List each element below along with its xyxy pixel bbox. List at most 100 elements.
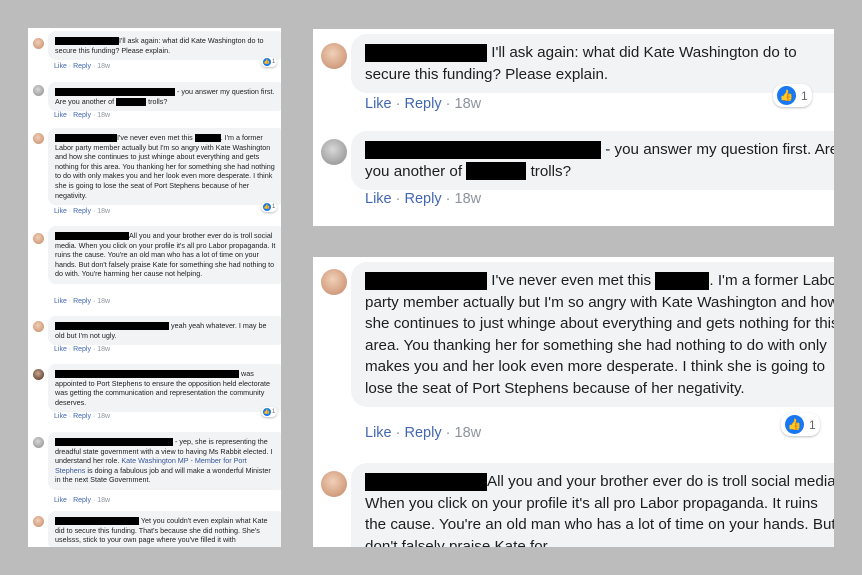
comment-actions: Like · Reply · 18w bbox=[365, 96, 482, 112]
like-link[interactable]: Like bbox=[365, 425, 392, 441]
thumbs-up-icon: 👍 bbox=[263, 58, 271, 66]
comment-bubble: I'll ask again: what did Kate Washington… bbox=[48, 31, 281, 61]
comment-bubble: I've never even met this . I'm a former … bbox=[48, 128, 281, 206]
comment: yeah yeah whatever. I may be old but I'm… bbox=[28, 314, 281, 358]
reaction-count[interactable]: 👍 1 bbox=[781, 413, 820, 436]
redacted-name bbox=[116, 97, 147, 106]
like-link[interactable]: Like bbox=[54, 112, 67, 119]
reply-link[interactable]: Reply bbox=[73, 413, 91, 420]
avatar[interactable] bbox=[321, 43, 347, 69]
reaction-count[interactable]: 👍 1 bbox=[773, 84, 812, 107]
comment-bubble: - yep, she is representing the dreadful … bbox=[48, 432, 281, 490]
redacted-name bbox=[55, 232, 129, 241]
comment: - you answer my question first. Are you … bbox=[28, 80, 281, 124]
redacted-name bbox=[55, 322, 169, 331]
redacted-name bbox=[55, 134, 117, 143]
comment-age[interactable]: 18w bbox=[97, 346, 110, 353]
avatar[interactable] bbox=[33, 85, 44, 96]
redacted-name bbox=[55, 517, 139, 526]
avatar[interactable] bbox=[321, 139, 347, 165]
comment-actions: Like · Reply · 18w bbox=[54, 63, 111, 70]
comment: All you and your brother ever do is trol… bbox=[28, 224, 281, 312]
avatar[interactable] bbox=[33, 321, 44, 332]
comment-age[interactable]: 18w bbox=[455, 425, 482, 441]
comment-age[interactable]: 18w bbox=[455, 191, 482, 207]
comment-age[interactable]: 18w bbox=[97, 497, 110, 504]
comment-actions: Like · Reply · 18w bbox=[365, 425, 482, 441]
thumbs-up-icon: 👍 bbox=[263, 408, 271, 416]
avatar[interactable] bbox=[321, 471, 347, 497]
avatar[interactable] bbox=[321, 269, 347, 295]
redacted-name bbox=[466, 162, 527, 181]
avatar[interactable] bbox=[33, 516, 44, 527]
comment-actions: Like · Reply · 18w bbox=[54, 497, 111, 504]
comment-bubble: I've never even met this . I'm a former … bbox=[351, 262, 834, 407]
like-link[interactable]: Like bbox=[365, 96, 392, 112]
reply-link[interactable]: Reply bbox=[73, 208, 91, 215]
reply-link[interactable]: Reply bbox=[73, 63, 91, 70]
thumbs-up-icon: 👍 bbox=[777, 86, 796, 105]
avatar[interactable] bbox=[33, 133, 44, 144]
comment-age[interactable]: 18w bbox=[97, 63, 110, 70]
reply-link[interactable]: Reply bbox=[73, 112, 91, 119]
reply-link[interactable]: Reply bbox=[405, 96, 442, 112]
like-link[interactable]: Like bbox=[54, 413, 67, 420]
comment: - you answer my question first. Are you … bbox=[313, 129, 834, 224]
thumbs-up-icon: 👍 bbox=[785, 415, 804, 434]
comment-actions: Like · Reply · 18w bbox=[365, 191, 482, 207]
comment-bubble: All you and your brother ever do is trol… bbox=[351, 463, 834, 547]
reply-link[interactable]: Reply bbox=[405, 191, 442, 207]
like-link[interactable]: Like bbox=[54, 63, 67, 70]
comment: - yep, she is representing the dreadful … bbox=[28, 430, 281, 508]
comment-actions: Like · Reply · 18w bbox=[54, 413, 111, 420]
comment: I'll ask again: what did Kate Washington… bbox=[313, 29, 834, 121]
comment-bubble: - you answer my question first. Are you … bbox=[48, 82, 281, 112]
like-link[interactable]: Like bbox=[365, 191, 392, 207]
comment-bubble: yeah yeah whatever. I may be old but I'm… bbox=[48, 316, 281, 346]
reply-link[interactable]: Reply bbox=[73, 346, 91, 353]
redacted-name bbox=[194, 134, 221, 143]
comment: All you and your brother ever do is trol… bbox=[313, 461, 834, 547]
comment-age[interactable]: 18w bbox=[455, 96, 482, 112]
reaction-count[interactable]: 👍 1 bbox=[261, 202, 278, 212]
redacted-name bbox=[365, 472, 487, 491]
comment-actions: Like · Reply · 18w bbox=[54, 208, 111, 215]
reaction-count[interactable]: 👍 1 bbox=[261, 407, 278, 417]
comment-age[interactable]: 18w bbox=[97, 208, 110, 215]
reply-link[interactable]: Reply bbox=[73, 298, 91, 305]
comment-bubble: - you answer my question first. Are you … bbox=[351, 131, 834, 190]
comment-bubble: was appointed to Port Stephens to ensure… bbox=[48, 364, 281, 413]
comment-bubble: Yet you couldn't even explain what Kate … bbox=[48, 511, 281, 547]
reaction-count[interactable]: 👍 1 bbox=[261, 57, 278, 67]
redacted-name bbox=[55, 88, 175, 97]
comment-actions: Like · Reply · 18w bbox=[54, 112, 111, 119]
comment-actions: Like · Reply · 18w bbox=[54, 298, 111, 305]
redacted-name bbox=[365, 43, 487, 62]
redacted-name bbox=[55, 370, 239, 379]
comment-bubble: I'll ask again: what did Kate Washington… bbox=[351, 34, 834, 93]
comment-age[interactable]: 18w bbox=[97, 413, 110, 420]
like-link[interactable]: Like bbox=[54, 208, 67, 215]
avatar[interactable] bbox=[33, 369, 44, 380]
avatar[interactable] bbox=[33, 233, 44, 244]
avatar[interactable] bbox=[33, 38, 44, 49]
thumbs-up-icon: 👍 bbox=[263, 203, 271, 211]
comment-zoom-bottom: I've never even met this . I'm a former … bbox=[313, 257, 834, 547]
comment-age[interactable]: 18w bbox=[97, 112, 110, 119]
comment: I've never even met this . I'm a former … bbox=[313, 257, 834, 453]
reply-link[interactable]: Reply bbox=[405, 425, 442, 441]
redacted-name bbox=[55, 37, 119, 46]
like-link[interactable]: Like bbox=[54, 346, 67, 353]
comment-thread-full: I'll ask again: what did Kate Washington… bbox=[28, 28, 281, 547]
reply-link[interactable]: Reply bbox=[73, 497, 91, 504]
comment: was appointed to Port Stephens to ensure… bbox=[28, 362, 281, 426]
comment-bubble: All you and your brother ever do is trol… bbox=[48, 226, 281, 284]
like-link[interactable]: Like bbox=[54, 298, 67, 305]
like-link[interactable]: Like bbox=[54, 497, 67, 504]
avatar[interactable] bbox=[33, 437, 44, 448]
comment-actions: Like · Reply · 18w bbox=[54, 346, 111, 353]
redacted-name bbox=[655, 271, 710, 290]
redacted-name bbox=[365, 140, 601, 159]
comment-age[interactable]: 18w bbox=[97, 298, 110, 305]
comment: I'll ask again: what did Kate Washington… bbox=[28, 28, 281, 78]
